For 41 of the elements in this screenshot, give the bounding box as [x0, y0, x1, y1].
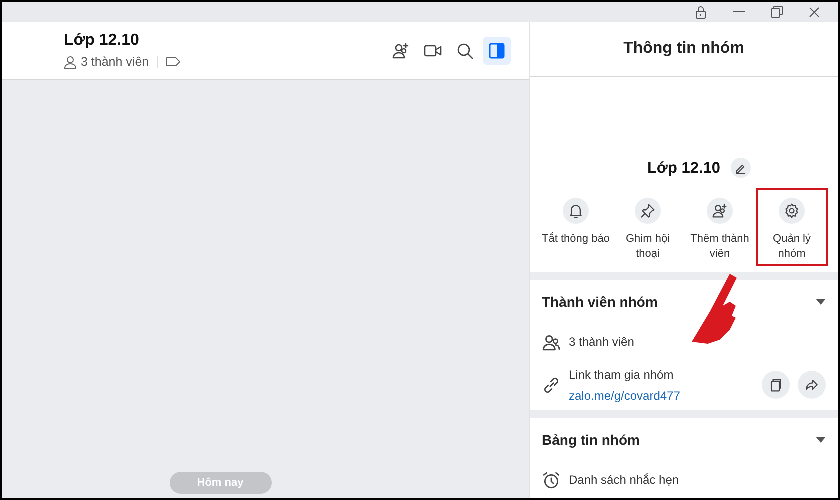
section-title: Thành viên nhóm: [542, 292, 658, 312]
alarm-clock-icon: [542, 470, 561, 490]
caret-icon[interactable]: [816, 299, 826, 305]
pin-icon: [640, 203, 656, 219]
copy-button[interactable]: [762, 371, 790, 399]
tag-icon[interactable]: [166, 57, 182, 67]
section-title: Bảng tin nhóm: [542, 430, 640, 450]
edit-button[interactable]: [730, 158, 751, 178]
people-plus-icon: [712, 203, 728, 219]
info-row[interactable]: Danh sách nhắc hẹn: [569, 471, 826, 489]
person-icon: [64, 56, 77, 68]
bell-icon: [568, 203, 584, 219]
panel-title: Thông tin nhóm: [624, 38, 744, 59]
people-icon: [542, 332, 561, 352]
share-button[interactable]: [798, 371, 826, 399]
chat-title: Lớp 12.10: [64, 30, 140, 51]
pointing-hand-icon: [690, 272, 740, 344]
group-name: Lớp 12.10: [647, 158, 721, 179]
link-label: Link tham gia nhóm: [569, 366, 675, 384]
lock-icon[interactable]: [695, 6, 707, 18]
link-icon: [542, 376, 561, 394]
action-button[interactable]: Ghim hội thoại: [612, 188, 684, 266]
info-row[interactable]: 3 thành viên: [569, 333, 826, 351]
group-link[interactable]: zalo.me/g/covard477: [569, 386, 754, 404]
action-button[interactable]: Thêm thành viên: [684, 188, 756, 266]
caret-icon[interactable]: [816, 437, 826, 443]
settings-icon: [784, 203, 800, 219]
action-button[interactable]: Quản lý nhóm: [756, 188, 828, 266]
toolbar-button[interactable]: [483, 36, 511, 64]
action-button[interactable]: Tắt thông báo: [540, 188, 612, 266]
side-panel-icon: [488, 42, 506, 60]
search-icon: [456, 42, 474, 60]
restore-icon[interactable]: [771, 6, 783, 18]
share-icon: [804, 377, 820, 393]
date-chip: Hôm nay: [170, 472, 272, 494]
people-plus-icon: [392, 42, 410, 60]
copy-icon: [768, 377, 784, 393]
close-icon[interactable]: [809, 6, 820, 18]
minimize-icon[interactable]: [733, 11, 745, 13]
pencil-icon: [735, 162, 746, 174]
member-count[interactable]: 3 thành viên: [81, 52, 150, 72]
